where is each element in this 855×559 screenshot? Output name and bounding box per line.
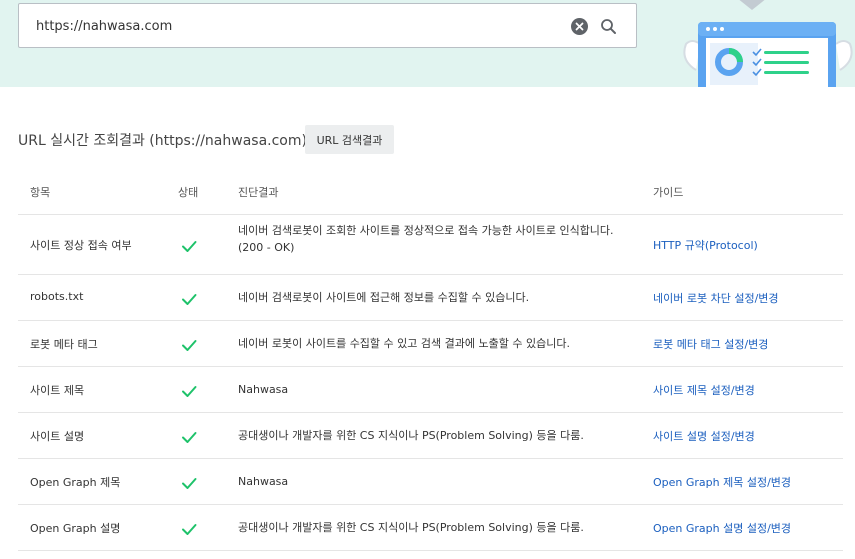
table-row: robots.txt 네이버 검색로봇이 사이트에 접근해 정보를 수집할 수 있… bbox=[18, 275, 843, 321]
row-guide-link[interactable]: HTTP 규약(Protocol) bbox=[653, 237, 758, 253]
table-row: 로봇 메타 태그 네이버 로봇이 사이트를 수집할 수 있고 검색 결과에 노출할… bbox=[18, 321, 843, 367]
row-item-label: 사이트 정상 접속 여부 bbox=[30, 239, 132, 252]
check-icon bbox=[182, 478, 197, 489]
search-icon[interactable] bbox=[599, 17, 619, 37]
row-diagnosis-result: 공대생이나 개발자를 위한 CS 지식이나 PS(Problem Solving… bbox=[238, 521, 584, 534]
row-item-label: 로봇 메타 태그 bbox=[30, 338, 98, 351]
url-search-input[interactable] bbox=[36, 14, 556, 38]
result-heading: URL 실시간 조회결과 (https://nahwasa.com) URL 검… bbox=[18, 125, 838, 155]
row-item-label: Open Graph 제목 bbox=[30, 476, 121, 489]
check-icon bbox=[182, 524, 197, 535]
row-guide-link[interactable]: 사이트 제목 설정/변경 bbox=[653, 382, 755, 398]
check-icon bbox=[182, 294, 197, 305]
row-item-label: 사이트 제목 bbox=[30, 384, 85, 397]
table-row: 사이트 정상 접속 여부 네이버 검색로봇이 조회한 사이트를 정상적으로 접속 … bbox=[18, 215, 843, 275]
row-guide-link[interactable]: 로봇 메타 태그 설정/변경 bbox=[653, 336, 768, 352]
check-icon bbox=[182, 340, 197, 351]
column-header-guide: 가이드 bbox=[653, 186, 684, 199]
url-search-box bbox=[18, 3, 637, 48]
row-diagnosis-result: Nahwasa bbox=[238, 383, 289, 396]
row-diagnosis-result: 공대생이나 개발자를 위한 CS 지식이나 PS(Problem Solving… bbox=[238, 429, 584, 442]
row-diagnosis-result: 네이버 검색로봇이 사이트에 접근해 정보를 수집할 수 있습니다. bbox=[238, 291, 530, 304]
row-item-label: Open Graph 설명 bbox=[30, 522, 121, 535]
check-icon bbox=[182, 432, 197, 443]
row-guide-link[interactable]: Open Graph 제목 설정/변경 bbox=[653, 474, 791, 490]
row-diagnosis-result: 네이버 검색로봇이 조회한 사이트를 정상적으로 접속 가능한 사이트로 인식합… bbox=[238, 224, 614, 254]
diagnosis-table: 항목 상태 진단결과 가이드 사이트 정상 접속 여부 네이버 검색로봇이 조회한… bbox=[18, 168, 843, 551]
row-guide-link[interactable]: 사이트 설명 설정/변경 bbox=[653, 428, 755, 444]
robot-illustration bbox=[683, 0, 853, 87]
row-diagnosis-result: Nahwasa bbox=[238, 475, 289, 488]
row-guide-link[interactable]: 네이버 로봇 차단 설정/변경 bbox=[653, 290, 779, 306]
hero-banner bbox=[0, 0, 855, 87]
table-row: Open Graph 제목 Nahwasa Open Graph 제목 설정/변경 bbox=[18, 459, 843, 505]
column-header-status: 상태 bbox=[178, 186, 199, 199]
column-header-item: 항목 bbox=[30, 186, 51, 199]
table-row: 사이트 제목 Nahwasa 사이트 제목 설정/변경 bbox=[18, 367, 843, 413]
clear-icon[interactable] bbox=[571, 18, 588, 35]
table-header: 항목 상태 진단결과 가이드 bbox=[18, 168, 843, 215]
table-row: Open Graph 설명 공대생이나 개발자를 위한 CS 지식이나 PS(Pr… bbox=[18, 505, 843, 551]
row-diagnosis-result: 네이버 로봇이 사이트를 수집할 수 있고 검색 결과에 노출할 수 있습니다. bbox=[238, 337, 570, 350]
row-item-label: 사이트 설명 bbox=[30, 430, 85, 443]
page-title: URL 실시간 조회결과 (https://nahwasa.com) bbox=[18, 133, 307, 149]
column-header-result: 진단결과 bbox=[238, 186, 279, 199]
check-icon bbox=[182, 241, 197, 252]
url-search-result-button[interactable]: URL 검색결과 bbox=[305, 125, 394, 154]
table-row: 사이트 설명 공대생이나 개발자를 위한 CS 지식이나 PS(Problem S… bbox=[18, 413, 843, 459]
check-icon bbox=[182, 386, 197, 397]
row-item-label: robots.txt bbox=[30, 290, 84, 303]
row-guide-link[interactable]: Open Graph 설명 설정/변경 bbox=[653, 520, 791, 536]
